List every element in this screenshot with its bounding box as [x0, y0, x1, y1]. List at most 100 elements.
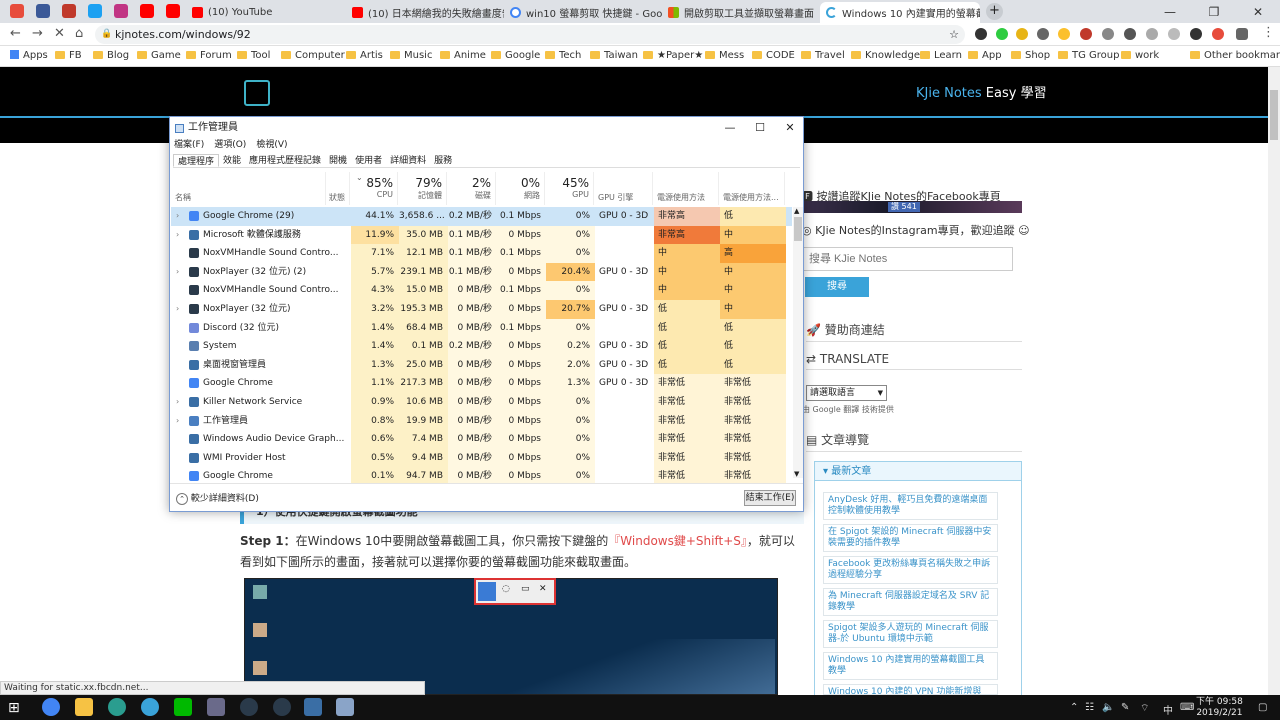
process-row[interactable]: Google Chrome 1.1% 217.3 MB 0 MB/秒 0 Mbps 1.3…	[171, 374, 792, 393]
extension-icon[interactable]	[1058, 28, 1070, 40]
page-scrollbar[interactable]	[1268, 67, 1280, 695]
col-power-trend[interactable]: 電源使用方法...	[719, 172, 785, 205]
language-select[interactable]: 請選取語言 ▼	[806, 385, 887, 401]
taskbar-clock[interactable]: 下午 09:58 2019/2/21	[1196, 697, 1243, 719]
task-manager-titlebar[interactable]: 工作管理員	[170, 117, 803, 139]
other-bookmarks[interactable]: Other bookmarks	[1190, 50, 1280, 61]
bookmark-apps[interactable]: Apps	[10, 50, 48, 61]
col-disk[interactable]: 2% 磁碟	[447, 172, 496, 205]
back-icon[interactable]: ←	[10, 26, 21, 41]
tab-video[interactable]: (10) 日本網繪我的失敗繪畫度告訴...	[346, 2, 504, 23]
tab-users[interactable]: 使用者	[351, 154, 386, 167]
tab-app-history[interactable]: 應用程式歷程記錄	[245, 154, 325, 167]
latest-post-link[interactable]: AnyDesk 好用、輕巧且免費的遠端桌面控制軟體使用教學	[823, 492, 998, 520]
col-memory[interactable]: 79% 記憶體	[398, 172, 447, 205]
process-list-scrollbar[interactable]: ▲ ▼	[793, 207, 803, 478]
scroll-down-icon[interactable]: ▼	[794, 470, 799, 478]
minimize-button[interactable]: —	[715, 117, 745, 139]
input-language[interactable]: 中	[1163, 702, 1173, 717]
tab-processes[interactable]: 處理程序	[173, 154, 220, 167]
address-bar[interactable]: 🔒 kjnotes.com/windows/92 ☆	[95, 25, 965, 44]
extension-icon[interactable]	[1146, 28, 1158, 40]
maximize-button[interactable]: ☐	[745, 117, 775, 139]
app-taskbar-icon[interactable]	[108, 698, 126, 716]
process-row[interactable]: › Microsoft 軟體保護服務 11.9% 35.0 MB 0.1 MB/秒 0 M…	[171, 225, 792, 245]
process-row[interactable]: › NoxPlayer (32 位元) (2) 5.7% 239.1 MB 0.1 MB…	[171, 262, 792, 282]
bookmark-folder[interactable]: Taiwan	[590, 50, 638, 61]
latest-post-link[interactable]: Windows 10 內建的 VPN 功能新增與設...	[823, 684, 998, 695]
bookmark-folder[interactable]: work	[1121, 50, 1159, 61]
chrome-taskbar-icon[interactable]	[42, 698, 60, 716]
pinned-tab-twitter[interactable]	[88, 4, 102, 18]
bookmark-folder[interactable]: Knowledge	[851, 50, 920, 61]
volume-icon[interactable]: 🔈	[1102, 702, 1114, 713]
end-task-button[interactable]: 結束工作(E)	[744, 490, 796, 506]
search-button[interactable]: 搜尋	[805, 277, 869, 297]
latest-post-link[interactable]: Spigot 架設多人遊玩的 Minecraft 伺服器-於 Ubuntu 環境…	[823, 620, 998, 648]
latest-post-link[interactable]: Windows 10 內建實用的螢幕截圖工具教學	[823, 652, 998, 680]
tab-services[interactable]: 服務	[430, 154, 456, 167]
file-explorer-icon[interactable]	[75, 698, 93, 716]
bookmark-folder[interactable]: Mess	[705, 50, 744, 61]
process-row[interactable]: Windows Audio Device Graph... 0.6% 7.4 MB 0…	[171, 430, 792, 449]
process-row[interactable]: NoxVMHandle Sound Contro... 7.1% 12.1 MB 0.…	[171, 244, 792, 263]
menu-view[interactable]: 檢視(V)	[256, 139, 287, 152]
latest-posts-header[interactable]: ▾ 最新文章	[815, 462, 1021, 481]
process-row[interactable]: 桌面視窗管理員 1.3% 25.0 MB 0 MB/秒 0 Mbps 2.0% GPU 0 …	[171, 355, 792, 375]
site-logo[interactable]	[244, 80, 270, 106]
telegram-icon[interactable]	[141, 698, 159, 716]
latest-post-link[interactable]: 在 Spigot 架設的 Minecraft 伺服器中安裝需要的插件教學	[823, 524, 998, 552]
menu-options[interactable]: 選項(O)	[214, 139, 246, 152]
bookmark-folder[interactable]: CODE	[752, 50, 795, 61]
forward-icon[interactable]: →	[32, 26, 43, 41]
bookmark-folder[interactable]: Travel	[801, 50, 845, 61]
extension-icon[interactable]	[1190, 28, 1202, 40]
extension-icon[interactable]	[996, 28, 1008, 40]
bookmark-folder[interactable]: Shop	[1011, 50, 1050, 61]
star-icon[interactable]: ☆	[949, 25, 959, 44]
bookmark-folder[interactable]: Blog	[93, 50, 129, 61]
bookmark-folder[interactable]: Learn	[920, 50, 962, 61]
pen-icon[interactable]: ✎	[1121, 702, 1129, 713]
task-manager-taskbar-icon[interactable]	[336, 698, 354, 716]
extension-icon[interactable]	[1037, 28, 1049, 40]
tab-details[interactable]: 詳細資料	[386, 154, 430, 167]
extension-icon[interactable]	[1212, 28, 1224, 40]
line-icon[interactable]	[174, 698, 192, 716]
bookmark-folder[interactable]: Tool	[237, 50, 270, 61]
tab-active-kjnotes[interactable]: Windows 10 內建實用的螢幕截...✕	[820, 2, 980, 23]
extension-icon[interactable]	[975, 28, 987, 40]
col-name[interactable]: 名稱	[171, 172, 326, 205]
bookmark-folder[interactable]: App	[968, 50, 1002, 61]
profile-icon[interactable]	[1236, 28, 1248, 40]
process-row[interactable]: › 工作管理員 0.8% 19.9 MB 0 MB/秒 0 Mbps 0% 非常低 非常低	[171, 411, 792, 431]
app-taskbar-icon[interactable]	[207, 698, 225, 716]
stop-icon[interactable]: ✕	[54, 26, 65, 41]
bookmark-folder[interactable]: Tech	[545, 50, 581, 61]
maximize-button[interactable]: ❐	[1192, 0, 1236, 23]
pinned-tab-facebook[interactable]	[36, 4, 50, 18]
like-button[interactable]: 讚 541	[888, 202, 920, 212]
process-row[interactable]: › NoxPlayer (32 位元) 3.2% 195.3 MB 0 MB/秒 0 Mb…	[171, 300, 792, 319]
process-row[interactable]: System 1.4% 0.1 MB 0.2 MB/秒 0 Mbps 0.2% GPU 0 …	[171, 337, 792, 356]
windows-start-icon[interactable]: ⊞	[8, 700, 20, 716]
col-gpu-engine[interactable]: GPU 引擎	[594, 172, 653, 205]
keyboard-icon[interactable]: ⌨	[1180, 702, 1194, 713]
close-button[interactable]: ✕	[775, 117, 805, 139]
bookmark-folder[interactable]: Artis	[346, 50, 383, 61]
pinned-tab-youtube-1[interactable]	[140, 4, 154, 18]
chevron-up-icon[interactable]: ⌃	[1070, 702, 1078, 713]
bookmark-folder[interactable]: Computer	[281, 50, 345, 61]
pinned-tab-instagram[interactable]	[114, 4, 128, 18]
tab-startup[interactable]: 開機	[325, 154, 351, 167]
tab-performance[interactable]: 效能	[219, 154, 245, 167]
bookmark-folder[interactable]: Music	[390, 50, 432, 61]
process-row[interactable]: WMI Provider Host 0.5% 9.4 MB 0 MB/秒 0 Mbps 0…	[171, 448, 792, 468]
process-row[interactable]: › Google Chrome (29) 44.1% 3,658.6 ... 0.2 M…	[171, 207, 792, 226]
close-window-button[interactable]: ✕	[1236, 0, 1280, 23]
scroll-thumb[interactable]	[794, 217, 802, 241]
tab-google-search[interactable]: win10 螢幕剪取 快捷鍵 - Google...	[504, 2, 662, 23]
bookmark-folder[interactable]: Anime	[440, 50, 486, 61]
tab-snipping-tool[interactable]: 開啟剪取工具並擷取螢幕畫面	[662, 2, 820, 23]
col-power[interactable]: 電源使用方法	[653, 172, 719, 205]
